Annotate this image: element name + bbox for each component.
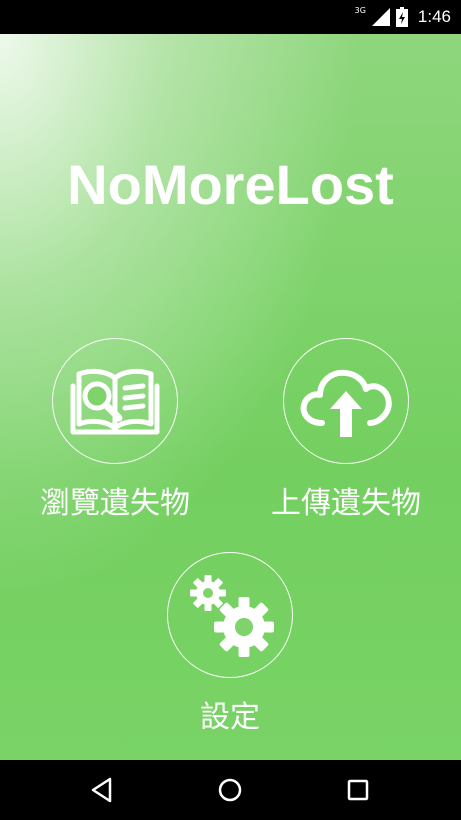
cloud-upload-icon	[300, 369, 392, 437]
home-circle-icon[interactable]	[216, 776, 244, 804]
signal-icon	[371, 8, 390, 26]
clock: 1:46	[417, 7, 451, 26]
app-title: NoMoreLost	[67, 153, 394, 216]
settings-button[interactable]: 設定	[137, 552, 323, 736]
upload-icon-circle[interactable]	[283, 338, 409, 464]
status-bar: 3G 1:46	[0, 0, 461, 34]
book-search-icon	[70, 368, 160, 435]
upload-lost-items-button[interactable]: 上傳遺失物	[253, 338, 439, 522]
recent-apps-square-icon[interactable]	[344, 776, 372, 804]
browse-icon-circle[interactable]	[52, 338, 178, 464]
network-type-label: 3G	[354, 5, 366, 15]
settings-icon-circle[interactable]	[167, 552, 293, 678]
main-screen: NoMoreLost 瀏覽遺失物 上傳遺失物 設定	[0, 34, 461, 760]
back-triangle-icon[interactable]	[88, 776, 116, 804]
browse-lost-items-button[interactable]: 瀏覽遺失物	[22, 338, 208, 522]
battery-charging-icon	[395, 7, 408, 27]
settings-label: 設定	[200, 700, 260, 735]
status-icons: 3G 1:46	[355, 0, 451, 34]
navigation-bar	[0, 760, 461, 820]
gears-icon	[190, 575, 274, 657]
browse-label: 瀏覽遺失物	[40, 486, 190, 521]
upload-label: 上傳遺失物	[271, 486, 421, 521]
